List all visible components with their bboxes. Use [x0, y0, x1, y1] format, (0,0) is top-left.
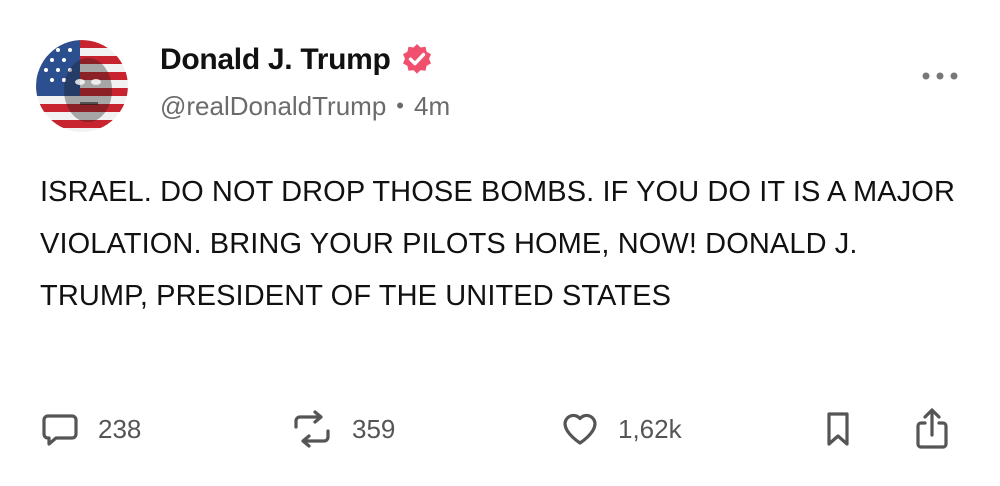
reply-bubble-icon: [42, 414, 78, 446]
repost-count: 359: [352, 413, 396, 444]
bookmark-icon: [827, 412, 849, 446]
avatar-image: [36, 40, 128, 132]
post-text: ISRAEL. DO NOT DROP THOSE BOMBS. IF YOU …: [40, 176, 956, 312]
avatar[interactable]: [36, 40, 128, 132]
share-button[interactable]: [912, 404, 952, 454]
reply-button[interactable]: 238: [40, 404, 141, 454]
like-button[interactable]: 1,62k: [560, 404, 682, 454]
post-timestamp[interactable]: 4m: [414, 91, 450, 122]
reply-count: 238: [98, 413, 142, 444]
post-actions-bar: 238 359 1,62k: [0, 404, 1000, 454]
meta-separator: •: [396, 93, 404, 118]
verified-badge-icon: [399, 42, 435, 78]
heart-icon: [563, 413, 597, 445]
author-name-row: Donald J. Trump: [160, 40, 435, 80]
like-count: 1,62k: [618, 413, 682, 444]
repost-button[interactable]: 359: [290, 404, 395, 454]
repost-icon: [294, 410, 330, 448]
more-options-button[interactable]: [916, 64, 964, 88]
more-options-icon: [922, 72, 958, 80]
post-card: Donald J. Trump @realDonaldTrump • 4m IS…: [0, 0, 1000, 486]
author-handle[interactable]: @realDonaldTrump: [160, 91, 386, 122]
bookmark-button[interactable]: [820, 404, 856, 454]
author-display-name[interactable]: Donald J. Trump: [160, 43, 391, 77]
author-meta-row: @realDonaldTrump • 4m: [160, 88, 450, 124]
share-icon: [916, 408, 948, 449]
